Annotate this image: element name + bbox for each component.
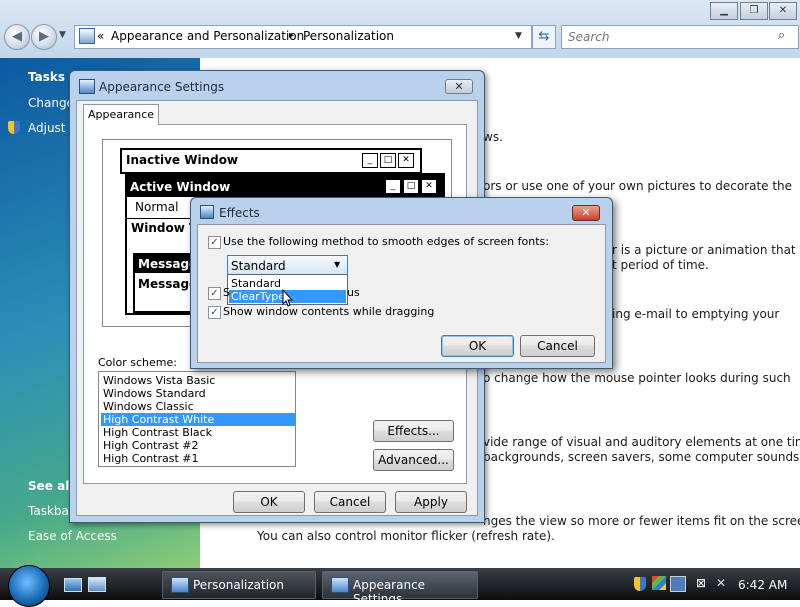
preview-active-maximize-icon: □ <box>403 179 419 194</box>
effects-close-icon[interactable]: ✕ <box>572 205 600 221</box>
preview-message-text: Message <box>138 277 198 291</box>
task-link-change[interactable]: Change <box>28 96 74 110</box>
ok-button[interactable]: OK <box>233 491 305 513</box>
shadows-checkbox[interactable]: ✓ <box>208 287 221 300</box>
task-link-adjust[interactable]: Adjust f <box>28 121 74 135</box>
preview-inactive-title: Inactive Window <box>126 153 239 167</box>
taskbar-task-label: Personalization <box>193 578 284 592</box>
apply-button[interactable]: Apply <box>395 491 467 513</box>
preview-active-title: Active Window <box>130 180 231 194</box>
search-input[interactable]: Search ⌕ <box>561 25 799 49</box>
main-text-line: nges the view so more or fewer items fit… <box>483 514 800 528</box>
windows-flag-icon[interactable] <box>652 576 666 590</box>
scheme-item[interactable]: High Contrast #1 <box>101 452 295 465</box>
address-dropdown-icon[interactable]: ▼ <box>515 31 522 41</box>
main-text-line: vide range of visual and auditory elemen… <box>483 435 800 449</box>
effects-title: Effects <box>219 206 260 220</box>
drag-contents-label: Show window contents while dragging <box>223 305 435 318</box>
shield-icon <box>8 121 20 134</box>
forward-arrow-icon[interactable]: ▶ <box>31 24 57 50</box>
combobox-value: Standard <box>231 259 286 273</box>
preview-inactive-window: Inactive Window _ □ ✕ <box>120 148 422 174</box>
close-button[interactable]: ✕ <box>769 2 797 20</box>
breadcrumb-overflow[interactable]: « <box>97 29 104 43</box>
network-disconnected-icon[interactable]: ⊠ <box>696 576 706 590</box>
scheme-item[interactable]: Windows Standard <box>101 387 295 400</box>
main-text-line: t period of time. <box>612 258 709 272</box>
recent-pages-chevron-icon[interactable]: ▼ <box>59 30 66 40</box>
scheme-item-selected[interactable]: High Contrast White <box>101 413 295 426</box>
smooth-fonts-label: Use the following method to smooth edges… <box>223 235 549 248</box>
preview-close-icon: ✕ <box>398 153 414 168</box>
show-desktop-icon[interactable] <box>64 578 82 592</box>
color-scheme-label: Color scheme: <box>98 356 177 369</box>
effects-button[interactable]: Effects... <box>373 420 454 442</box>
preview-maximize-icon: □ <box>380 153 396 168</box>
main-text-line: ing e-mail to emptying your <box>612 307 780 321</box>
refresh-icon[interactable]: ⇆ <box>532 25 556 49</box>
main-text-line: backgrounds, screen savers, some compute… <box>483 450 800 464</box>
scheme-item[interactable]: Windows Vista Basic <box>101 374 295 387</box>
taskbar-task-appearance[interactable]: Appearance Settings <box>322 571 478 606</box>
taskbar-clock[interactable]: 6:42 AM <box>738 578 787 592</box>
breadcrumb-chevron-icon[interactable]: ▸ <box>289 30 294 41</box>
search-icon[interactable]: ⌕ <box>778 28 785 43</box>
main-text-line: r is a picture or animation that <box>612 243 796 257</box>
start-orb-icon[interactable] <box>8 565 50 607</box>
search-placeholder: Search <box>568 30 610 44</box>
preview-menu-normal: Normal <box>135 200 179 214</box>
scheme-item[interactable]: High Contrast Black <box>101 426 295 439</box>
combobox-chevron-icon[interactable]: ▼ <box>334 260 340 269</box>
cancel-button[interactable]: Cancel <box>314 491 386 513</box>
minimize-button[interactable]: ▁ <box>710 2 738 20</box>
color-scheme-list[interactable]: Windows Vista Basic Windows Standard Win… <box>98 371 296 467</box>
see-also-taskbar[interactable]: Taskbar <box>28 504 74 518</box>
appearance-window-title: Appearance Settings <box>99 80 225 94</box>
taskbar-task-label: Appearance Settings <box>353 578 426 606</box>
preview-message-title: Message <box>138 257 198 271</box>
advanced-button[interactable]: Advanced... <box>373 449 454 471</box>
smooth-fonts-checkbox[interactable]: ✓ <box>208 236 221 249</box>
taskbar-task-personalization[interactable]: Personalization <box>162 571 316 599</box>
smoothing-method-combobox[interactable]: Standard ▼ <box>227 255 348 276</box>
personalization-task-icon <box>171 577 189 593</box>
scheme-item[interactable]: High Contrast #2 <box>101 439 295 452</box>
main-text-line: o change how the mouse pointer looks dur… <box>483 371 791 385</box>
preview-minimize-icon: _ <box>362 153 378 168</box>
security-shield-icon[interactable] <box>634 577 646 591</box>
shadows-label-prefix: S <box>223 286 230 299</box>
preview-active-minimize-icon: _ <box>385 179 401 194</box>
effects-window-icon <box>200 205 214 219</box>
address-bar[interactable]: « Appearance and Personalization ▸ Perso… <box>74 25 532 49</box>
volume-muted-icon[interactable]: ✕ <box>716 576 726 590</box>
network-icon[interactable] <box>670 576 686 592</box>
tab-appearance[interactable]: Appearance <box>83 104 159 125</box>
main-text-line: You can also control monitor flicker (re… <box>257 529 555 543</box>
appearance-window-icon <box>79 79 95 94</box>
appearance-task-icon <box>331 577 349 593</box>
breadcrumb-personalization[interactable]: Personalization <box>303 29 394 43</box>
mouse-pointer-icon <box>282 289 294 307</box>
back-arrow-icon[interactable]: ◀ <box>4 24 30 50</box>
maximize-button[interactable]: ❐ <box>740 2 768 20</box>
shadows-label-suffix: us <box>347 286 360 299</box>
scheme-item[interactable]: Windows Classic <box>101 400 295 413</box>
main-text-line: ors or use one of your own pictures to d… <box>483 179 793 193</box>
drag-contents-checkbox[interactable]: ✓ <box>208 306 221 319</box>
tasks-heading: Tasks <box>28 70 66 84</box>
effects-ok-button[interactable]: OK <box>441 335 514 357</box>
appearance-close-icon[interactable]: ✕ <box>445 79 473 94</box>
breadcrumb-appearance[interactable]: Appearance and Personalization <box>111 29 304 43</box>
control-panel-icon <box>79 28 95 44</box>
preview-active-close-icon: ✕ <box>421 179 437 194</box>
see-also-ease-of-access[interactable]: Ease of Access <box>28 529 117 543</box>
main-text-line: ws. <box>483 130 503 144</box>
switch-windows-icon[interactable] <box>88 577 106 592</box>
effects-cancel-button[interactable]: Cancel <box>520 335 595 357</box>
